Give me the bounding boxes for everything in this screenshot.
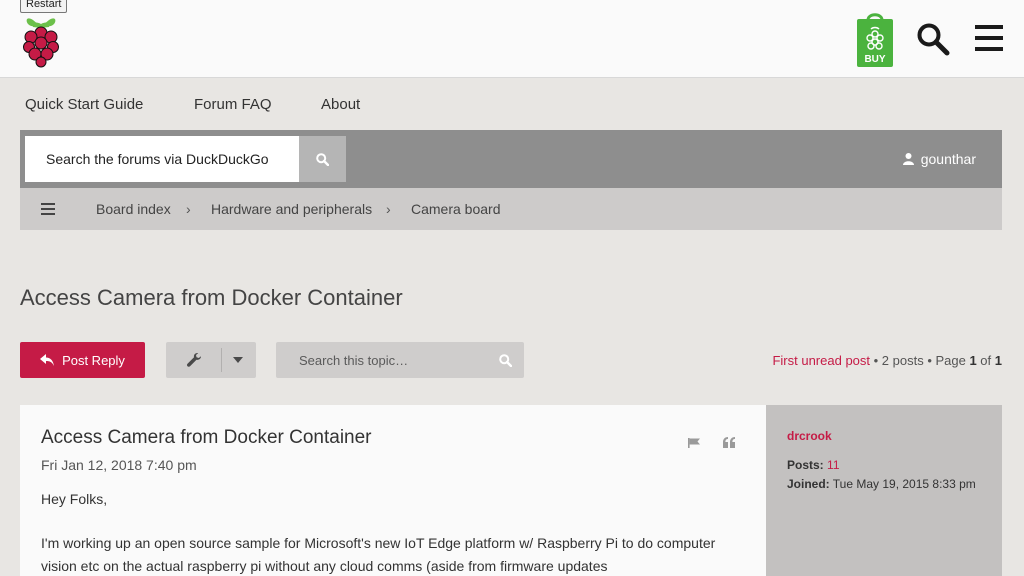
page-total: 1 — [994, 353, 1002, 368]
author-posts-count[interactable]: 11 — [827, 458, 839, 472]
topic-search-box — [276, 342, 524, 378]
post: Access Camera from Docker Container Fri … — [20, 405, 766, 576]
post-title[interactable]: Access Camera from Docker Container — [41, 427, 372, 449]
breadcrumb-board-index[interactable]: Board index — [96, 188, 171, 230]
breadcrumb-separator: › — [386, 201, 391, 217]
buy-label: BUY — [864, 54, 885, 65]
quote-icon[interactable] — [723, 437, 735, 448]
first-unread-post-link[interactable]: First unread post — [772, 353, 870, 368]
username: gounthar — [920, 151, 976, 167]
author-joined-label: Joined: — [787, 477, 830, 491]
report-flag-icon[interactable] — [688, 438, 700, 448]
post-paragraph: I'm working up an open source sample for… — [41, 535, 716, 574]
pagination: First unread post • 2 posts • Page 1 of … — [772, 353, 1002, 368]
forum-search-input[interactable]: Search the forums via DuckDuckGo — [25, 136, 299, 182]
topic-search-input[interactable] — [276, 342, 486, 378]
post-body: Hey Folks, I'm working up an open source… — [41, 488, 741, 576]
breadcrumb: Board index › Hardware and peripherals ›… — [20, 188, 1002, 230]
chevron-down-icon[interactable] — [233, 357, 243, 363]
wrench-icon[interactable] — [186, 352, 202, 368]
forum-search-button[interactable] — [299, 136, 346, 182]
author-posts: Posts: 11 — [787, 458, 840, 472]
restart-tooltip: Restart — [20, 0, 68, 13]
hamburger-menu-icon[interactable] — [974, 22, 1004, 54]
page-of-text: of — [976, 353, 995, 368]
post-reply-button[interactable]: Post Reply — [20, 342, 145, 378]
user-icon — [902, 153, 914, 165]
site-header: Restart BUY — [0, 0, 1024, 78]
topic-tools-dropdown[interactable] — [166, 342, 256, 378]
search-icon[interactable] — [916, 22, 950, 56]
post-author-profile: drcrook Posts: 11 Joined: Tue May 19, 20… — [766, 405, 1002, 576]
raspberry-pi-logo-icon[interactable] — [19, 12, 63, 68]
topic-title[interactable]: Access Camera from Docker Container — [20, 285, 403, 311]
breadcrumb-hardware-and-peripherals[interactable]: Hardware and peripherals — [211, 188, 372, 230]
breadcrumb-separator: › — [186, 201, 191, 217]
author-posts-label: Posts: — [787, 458, 824, 472]
search-icon[interactable] — [499, 354, 512, 367]
search-icon — [316, 152, 329, 166]
author-name-link[interactable]: drcrook — [787, 429, 832, 443]
post-paragraph: Hey Folks, — [41, 491, 108, 507]
author-joined: Joined: Tue May 19, 2015 8:33 pm — [787, 477, 976, 491]
post-count-text: • 2 posts • Page — [870, 353, 970, 368]
secondary-nav: Quick Start Guide Forum FAQ About — [0, 96, 1024, 116]
post-date: Fri Jan 12, 2018 7:40 pm — [41, 457, 197, 473]
buy-bag-icon[interactable]: BUY — [856, 11, 894, 67]
post-reply-label: Post Reply — [62, 352, 125, 368]
breadcrumb-camera-board[interactable]: Camera board — [411, 188, 501, 230]
breadcrumb-menu-icon[interactable] — [41, 203, 55, 215]
page-current: 1 — [969, 353, 977, 368]
author-joined-date: Tue May 19, 2015 8:33 pm — [832, 477, 976, 491]
nav-about[interactable]: About — [321, 96, 360, 114]
reply-arrow-icon — [40, 354, 55, 366]
forum-search-bar: Search the forums via DuckDuckGo gountha… — [20, 130, 1002, 188]
nav-forum-faq[interactable]: Forum FAQ — [194, 96, 272, 114]
user-menu[interactable]: gounthar — [902, 130, 976, 188]
nav-quick-start-guide[interactable]: Quick Start Guide — [25, 96, 143, 114]
tools-divider — [221, 348, 222, 372]
